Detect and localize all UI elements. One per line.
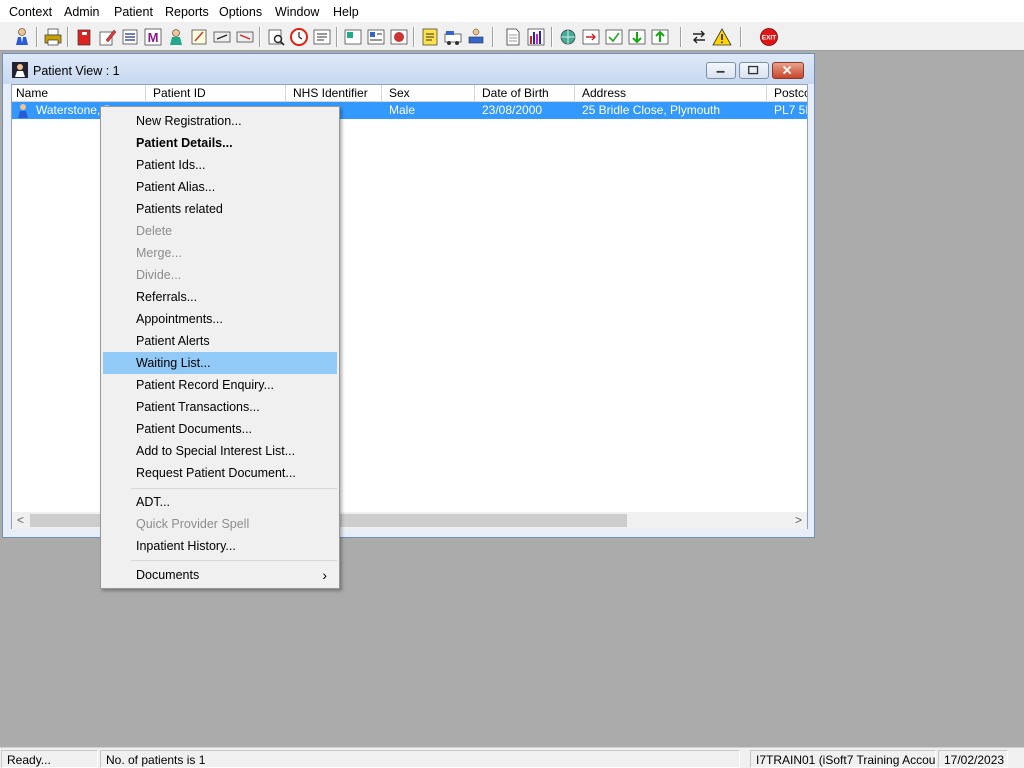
minimize-button[interactable] <box>706 62 736 79</box>
column-header-patient-id[interactable]: Patient ID <box>149 85 286 102</box>
menu-item-divide: Divide... <box>136 268 182 282</box>
scroll-left-icon[interactable]: < <box>12 513 29 528</box>
exit-icon[interactable]: EXIT <box>758 26 780 48</box>
restore-button[interactable] <box>739 62 769 79</box>
person-icon[interactable] <box>11 26 33 48</box>
column-header-address[interactable]: Address <box>578 85 767 102</box>
menu-item-merge: Merge... <box>136 246 182 260</box>
menu-item-new-registration[interactable]: New Registration... <box>103 110 337 132</box>
menu-options[interactable]: Options <box>219 5 262 19</box>
toolbar: M EXIT <box>0 23 1024 51</box>
menu-admin[interactable]: Admin <box>64 5 99 19</box>
menu-item-patient-documents[interactable]: Patient Documents... <box>103 418 337 440</box>
menu-item-referrals[interactable]: Referrals... <box>103 286 337 308</box>
menu-item-quick-provider-spell: Quick Provider Spell <box>136 517 250 531</box>
card-list-icon[interactable] <box>365 26 387 48</box>
column-header-name[interactable]: Name <box>12 85 146 102</box>
transfer-check-icon[interactable] <box>603 26 625 48</box>
list-icon[interactable] <box>119 26 141 48</box>
status-account: I7TRAIN01 (iSoft7 Training Account) <box>750 750 936 768</box>
note-yellow-icon[interactable] <box>419 26 441 48</box>
clock-icon[interactable] <box>288 26 310 48</box>
menu-item-documents-label: Documents <box>136 568 200 582</box>
chart-icon[interactable] <box>388 26 410 48</box>
menu-item-inpatient-history[interactable]: Inpatient History... <box>103 535 337 557</box>
menu-item-waiting-list[interactable]: Waiting List... <box>103 352 337 374</box>
menu-item-patient-alerts[interactable]: Patient Alerts <box>103 330 337 352</box>
menu-item-patient-details[interactable]: Patient Details... <box>103 132 337 154</box>
green-up-icon[interactable] <box>649 26 671 48</box>
menu-item-documents[interactable]: Documents › <box>103 564 337 586</box>
close-button[interactable] <box>772 62 804 79</box>
column-header-postcode[interactable]: Postco <box>770 85 807 102</box>
swap-icon[interactable] <box>688 26 710 48</box>
printer-icon[interactable] <box>42 26 64 48</box>
flag-alt-icon[interactable] <box>234 26 256 48</box>
menu-divider <box>131 560 337 561</box>
menu-divider <box>131 488 337 489</box>
menu-item-add-special-interest[interactable]: Add to Special Interest List... <box>103 440 337 462</box>
menu-help[interactable]: Help <box>333 5 359 19</box>
column-header-date-of-birth[interactable]: Date of Birth <box>478 85 575 102</box>
bar-chart-icon[interactable] <box>525 26 547 48</box>
patient-window-icon <box>12 62 28 78</box>
notes-icon[interactable] <box>188 26 210 48</box>
menu-item-appointments[interactable]: Appointments... <box>103 308 337 330</box>
menu-item-adt[interactable]: ADT... <box>103 491 337 513</box>
grid-header: Name Patient ID NHS Identifier Sex Date … <box>12 85 807 102</box>
context-menu: New Registration... Patient Details... P… <box>100 106 340 589</box>
menu-item-patients-related[interactable]: Patients related <box>103 198 337 220</box>
scroll-right-icon[interactable]: > <box>790 513 807 528</box>
form-icon[interactable] <box>311 26 333 48</box>
menu-context[interactable]: Context <box>9 5 52 19</box>
submenu-arrow-icon: › <box>322 567 327 583</box>
menu-item-delete: Delete <box>136 224 173 238</box>
search-doc-icon[interactable] <box>265 26 287 48</box>
document-icon[interactable] <box>502 26 524 48</box>
column-header-sex[interactable]: Sex <box>385 85 475 102</box>
menu-patient[interactable]: Patient <box>114 5 153 19</box>
menu-item-patient-alias[interactable]: Patient Alias... <box>103 176 337 198</box>
svg-text:EXIT: EXIT <box>762 35 776 42</box>
column-header-nhs-identifier[interactable]: NHS Identifier <box>289 85 382 102</box>
menu-window[interactable]: Window <box>275 5 319 19</box>
status-bar: Ready... No. of patients is 1 I7TRAIN01 … <box>0 747 1024 768</box>
cell-address: 25 Bridle Close, Plymouth <box>582 103 721 117</box>
cell-postcode: PL7 5L <box>774 103 807 117</box>
patient-row-icon <box>18 104 28 118</box>
ambulance-icon[interactable] <box>442 26 464 48</box>
menu-reports[interactable]: Reports <box>165 5 209 19</box>
flag-icon[interactable] <box>211 26 233 48</box>
menu-item-patient-ids[interactable]: Patient Ids... <box>103 154 337 176</box>
menu-bar: Context Admin Patient Reports Options Wi… <box>0 0 1024 23</box>
status-date: 17/02/2023 <box>938 750 1008 768</box>
doctor-icon[interactable] <box>165 26 187 48</box>
transfer-in-icon[interactable] <box>580 26 602 48</box>
m-icon[interactable]: M <box>142 26 164 48</box>
menu-item-request-patient-document[interactable]: Request Patient Document... <box>103 462 337 484</box>
status-ready: Ready... <box>1 750 98 768</box>
globe-icon[interactable] <box>557 26 579 48</box>
status-patient-count: No. of patients is 1 <box>100 750 740 768</box>
red-book-icon[interactable] <box>73 26 95 48</box>
window-titlebar: Patient View : 1 <box>3 54 814 84</box>
cell-dob: 23/08/2000 <box>482 103 543 117</box>
window-title: Patient View : 1 <box>33 64 120 78</box>
ward-icon[interactable] <box>465 26 487 48</box>
menu-item-patient-record-enquiry[interactable]: Patient Record Enquiry... <box>103 374 337 396</box>
svg-text:M: M <box>148 30 159 45</box>
menu-item-patient-transactions[interactable]: Patient Transactions... <box>103 396 337 418</box>
edit-note-icon[interactable] <box>96 26 118 48</box>
green-down-icon[interactable] <box>626 26 648 48</box>
warning-icon[interactable] <box>711 26 733 48</box>
cell-sex: Male <box>389 103 416 117</box>
card-icon[interactable] <box>342 26 364 48</box>
